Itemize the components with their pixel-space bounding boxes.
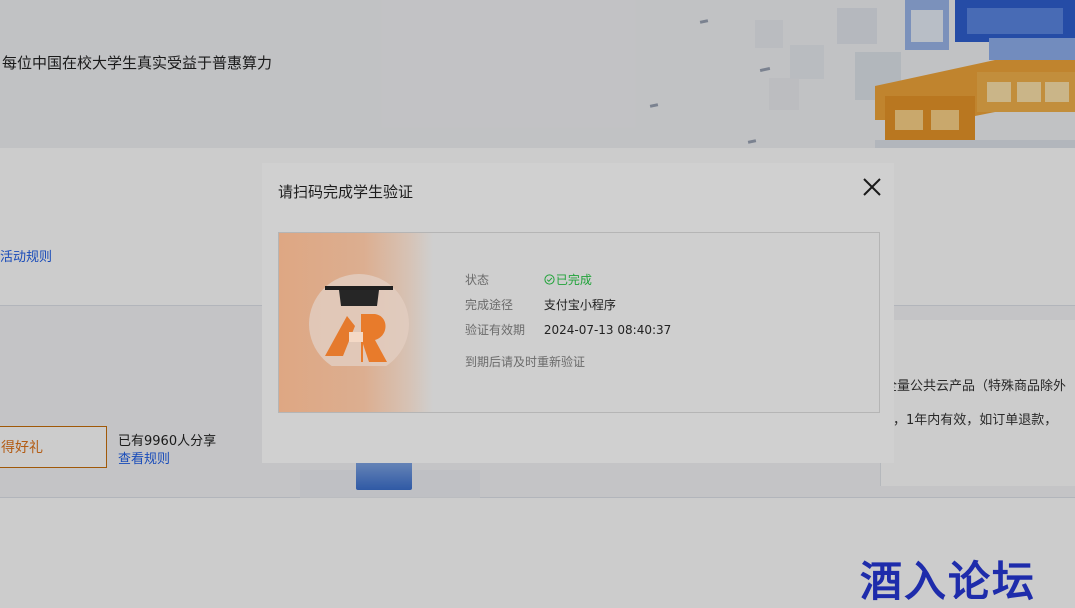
check-circle-icon [544, 274, 555, 285]
close-button[interactable] [860, 175, 884, 199]
card-illustration-panel [279, 233, 433, 412]
dialog-title: 请扫码完成学生验证 [278, 183, 414, 201]
graduate-cap-icon [309, 274, 409, 366]
channel-label: 完成途径 [465, 298, 514, 312]
validity-value: 2024-07-13 08:40:37 [543, 323, 672, 337]
close-icon [863, 178, 881, 196]
channel-row: 完成途径 支付宝小程序 [465, 296, 671, 321]
renewal-notice: 到期后请及时重新验证 [465, 355, 586, 369]
student-verification-dialog: 请扫码完成学生验证 状态 已完成 完成途径 支付宝小程序 验证有效期 2024-… [262, 163, 894, 463]
validity-row: 验证有效期 2024-07-13 08:40:37 [465, 321, 671, 346]
status-text: 已完成 [555, 273, 592, 287]
verification-info: 状态 已完成 完成途径 支付宝小程序 验证有效期 2024-07-13 08:4… [465, 271, 671, 346]
status-row: 状态 已完成 [465, 271, 671, 296]
status-value: 已完成 [544, 273, 592, 287]
status-label: 状态 [465, 273, 490, 287]
validity-label: 验证有效期 [465, 323, 526, 337]
verification-status-card: 状态 已完成 完成途径 支付宝小程序 验证有效期 2024-07-13 08:4… [278, 232, 880, 413]
channel-value: 支付宝小程序 [543, 298, 616, 312]
